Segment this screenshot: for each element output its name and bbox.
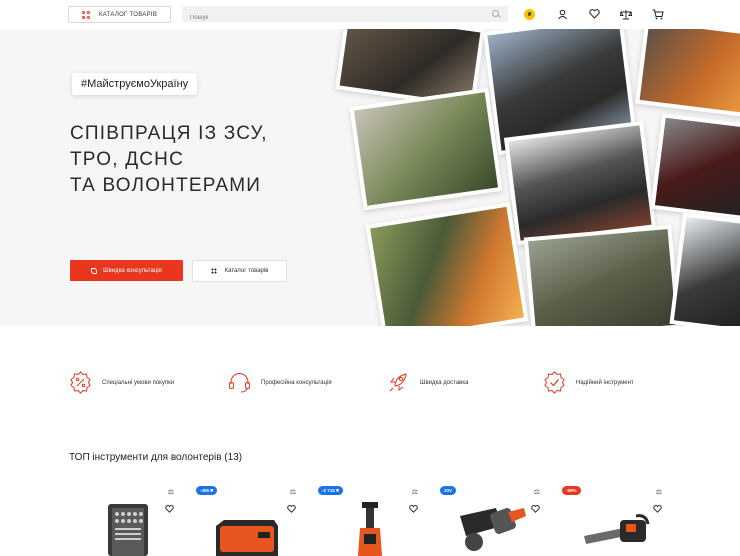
feature-label: Спеціальні умови покупки — [102, 379, 175, 386]
top-header: КАТАЛОГ ТОВАРІВ ₴ — [0, 0, 740, 29]
volunteer-photo — [669, 212, 740, 326]
feature-item: Професійна консультація — [227, 370, 332, 395]
feature-label: Надійний інструмент — [576, 379, 634, 386]
search-input[interactable] — [182, 10, 482, 26]
phone-icon — [91, 267, 98, 274]
catalog-grid-icon — [82, 10, 90, 19]
hero-hashtag: #МайструємоУкраїну — [72, 73, 198, 95]
compare-scales-icon[interactable] — [620, 8, 632, 20]
heart-icon[interactable] — [588, 8, 600, 20]
catalog-link-button[interactable]: Каталог товарів — [192, 260, 287, 282]
search-icon[interactable] — [492, 10, 499, 17]
compare-scales-icon[interactable]: ⚖ — [534, 488, 540, 496]
compare-scales-icon[interactable]: ⚖ — [290, 488, 296, 496]
volunteer-photo — [650, 113, 740, 221]
compare-scales-icon[interactable]: ⚖ — [656, 488, 662, 496]
heart-icon[interactable] — [287, 505, 296, 513]
user-icon[interactable] — [556, 8, 568, 20]
volunteer-photo — [523, 224, 681, 326]
feature-item: Надійний інструмент — [542, 370, 634, 395]
check-badge-icon — [544, 371, 565, 394]
features-row: Спеціальні умови покупки Професійна конс… — [0, 360, 740, 404]
quick-consultation-label: Швидка консультація — [103, 267, 162, 274]
discount-badge: -2 715 ₴ — [318, 486, 344, 495]
hero-title: СПІВПРАЦЯ ІЗ ЗСУ, ТРО, ДСНС ТА ВОЛОНТЕРА… — [70, 121, 330, 199]
products-section-title: ТОП інструменти для волонтерів (13) — [69, 452, 243, 463]
volunteer-photo — [349, 87, 503, 211]
pressure-washer-icon — [358, 502, 382, 556]
cart-icon[interactable] — [652, 8, 664, 20]
search-bar — [182, 6, 508, 26]
volunteer-photo — [365, 202, 529, 326]
catalog-link-label: Каталог товарів — [224, 268, 269, 274]
grid-dots-icon — [210, 268, 217, 274]
catalog-button[interactable]: КАТАЛОГ ТОВАРІВ — [68, 6, 171, 23]
coin-label: ₴ — [527, 11, 532, 18]
catalog-button-label: КАТАЛОГ ТОВАРІВ — [99, 11, 158, 18]
hero-title-line: ТРО, ДСНС — [70, 149, 185, 170]
heart-icon[interactable] — [409, 505, 418, 513]
heart-icon[interactable] — [531, 505, 540, 513]
feature-item: Швидка доставка — [386, 370, 468, 395]
headset-icon — [229, 373, 250, 393]
volunteer-photo — [503, 120, 657, 246]
compare-scales-icon[interactable]: ⚖ — [168, 488, 174, 496]
chainsaw-icon — [584, 514, 650, 544]
compare-scales-icon[interactable]: ⚖ — [412, 488, 418, 496]
product-card[interactable]: -2 715 ₴ ⚖ — [312, 478, 424, 556]
hero-title-line: СПІВПРАЦЯ ІЗ ЗСУ, — [70, 123, 268, 144]
heart-icon[interactable] — [165, 505, 174, 513]
angle-grinder-icon — [460, 508, 526, 551]
volunteer-photo — [635, 29, 740, 118]
feature-item: Спеціальні умови покупки — [68, 370, 174, 395]
product-card[interactable]: -495 ₴ ⚖ — [190, 478, 302, 556]
heart-icon[interactable] — [653, 505, 662, 513]
product-card[interactable]: 20V ⚖ — [434, 478, 546, 556]
product-card[interactable]: ⚖ — [68, 478, 180, 556]
battery-icon — [216, 520, 278, 556]
tool-set-icon — [108, 504, 148, 556]
rocket-icon — [389, 373, 407, 392]
feature-label: Швидка доставка — [420, 379, 469, 386]
hero-banner: #МайструємоУкраїну СПІВПРАЦЯ ІЗ ЗСУ, ТРО… — [0, 29, 740, 326]
product-card[interactable]: -59% ⚖ — [556, 478, 668, 556]
percent-badge-icon — [70, 371, 91, 394]
bonus-coin-icon[interactable]: ₴ — [524, 9, 535, 20]
discount-badge: -59% — [562, 486, 581, 495]
feature-label: Професійна консультація — [261, 379, 332, 386]
quick-consultation-button[interactable]: Швидка консультація — [70, 260, 183, 281]
hero-title-line: ТА ВОЛОНТЕРАМИ — [70, 175, 262, 196]
